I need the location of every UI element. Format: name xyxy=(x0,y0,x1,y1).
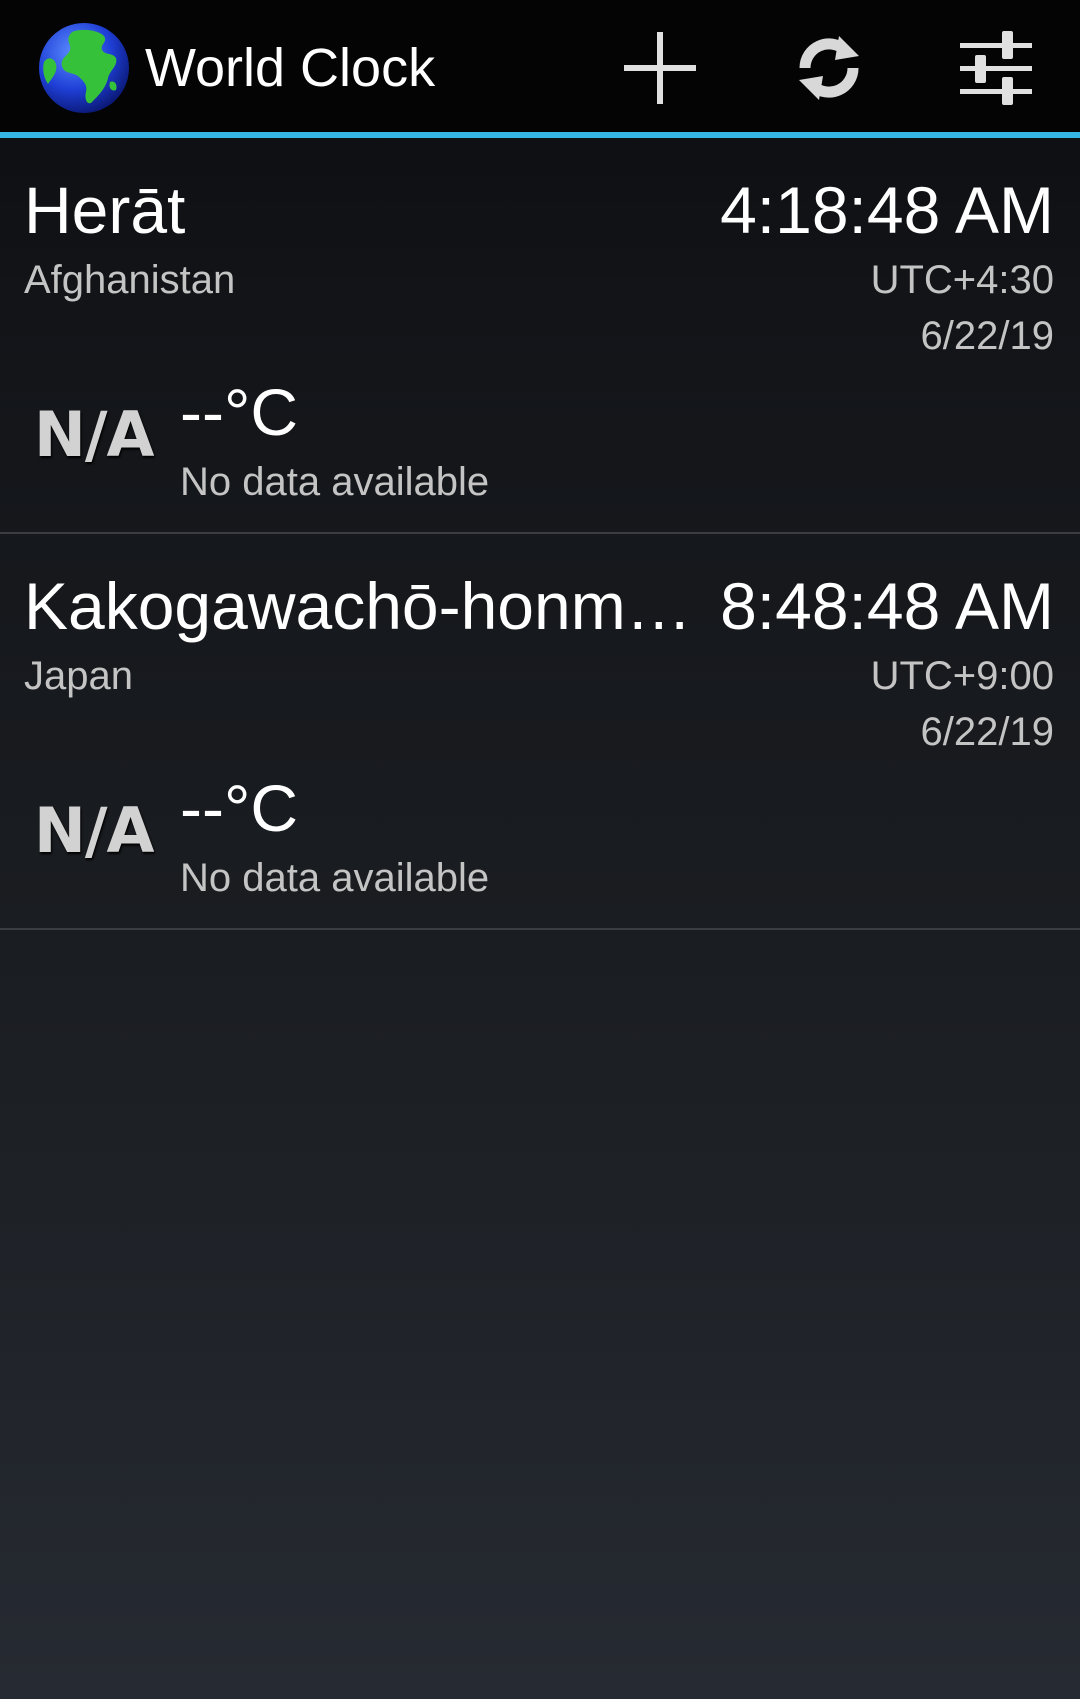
refresh-button[interactable] xyxy=(779,20,879,116)
utc-offset: UTC+9:00 xyxy=(870,654,1054,698)
settings-button[interactable] xyxy=(946,20,1046,116)
local-time: 8:48:48 AM xyxy=(720,569,1054,643)
city-name: Herāt xyxy=(24,173,186,247)
action-bar: World Clock xyxy=(0,0,1080,134)
sliders-icon xyxy=(960,31,1032,105)
plus-icon xyxy=(624,32,696,104)
add-city-button[interactable] xyxy=(610,20,710,116)
weather-na-icon: N/A xyxy=(34,398,155,471)
weather-description: No data available xyxy=(180,460,490,504)
clock-row[interactable]: Herāt 4:18:48 AM Afghanistan UTC+4:30 6/… xyxy=(0,138,1080,534)
temperature: --°C xyxy=(180,375,299,449)
temperature: --°C xyxy=(180,771,299,845)
local-date: 6/22/19 xyxy=(920,314,1054,358)
clock-row[interactable]: Kakogawachō-honmachi 8:48:48 AM Japan UT… xyxy=(0,534,1080,930)
clock-list: Herāt 4:18:48 AM Afghanistan UTC+4:30 6/… xyxy=(0,138,1080,930)
city-name: Kakogawachō-honmachi xyxy=(24,569,704,643)
local-date: 6/22/19 xyxy=(920,710,1054,754)
app-title: World Clock xyxy=(145,38,436,98)
weather-description: No data available xyxy=(180,856,490,900)
country-name: Afghanistan xyxy=(24,258,236,302)
weather-na-icon: N/A xyxy=(34,794,155,867)
utc-offset: UTC+4:30 xyxy=(870,258,1054,302)
local-time: 4:18:48 AM xyxy=(720,173,1054,247)
country-name: Japan xyxy=(24,654,133,698)
globe-icon[interactable] xyxy=(38,22,130,114)
refresh-icon xyxy=(799,36,859,100)
